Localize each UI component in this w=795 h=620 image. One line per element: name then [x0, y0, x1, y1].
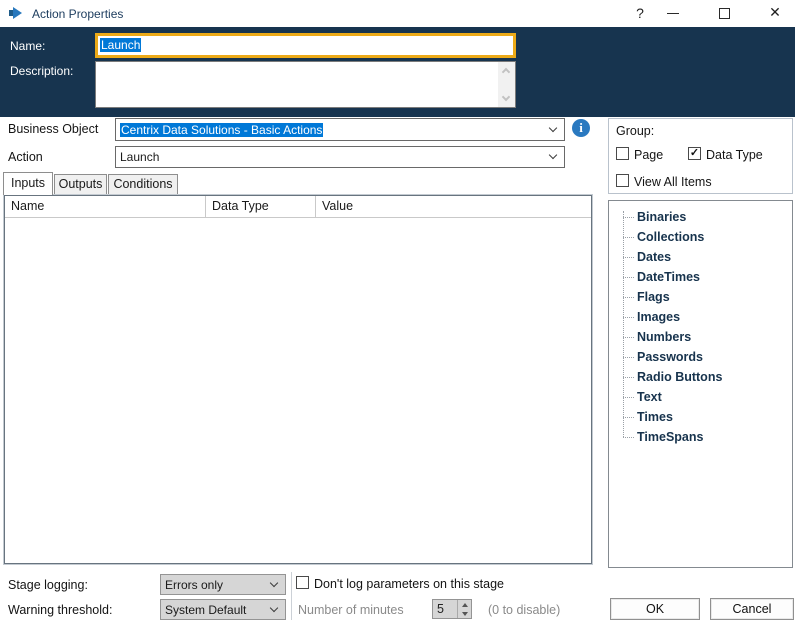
data-type-checkbox-label[interactable]: Data Type — [706, 148, 763, 162]
cancel-button[interactable]: Cancel — [710, 598, 794, 620]
view-all-items-checkbox[interactable] — [616, 174, 629, 187]
close-button[interactable]: ✕ — [760, 0, 790, 26]
spinner-up-icon — [461, 602, 468, 607]
title-bar: Action Properties ? ✕ — [0, 0, 795, 27]
action-value: Launch — [120, 150, 160, 164]
tree-item-collections[interactable]: Collections — [623, 227, 792, 247]
spinner-down-button[interactable] — [458, 609, 471, 618]
tree-item-timespans[interactable]: TimeSpans — [623, 427, 792, 447]
tree-item-images[interactable]: Images — [623, 307, 792, 327]
name-input[interactable]: Launch — [95, 33, 516, 58]
name-label: Name: — [10, 39, 46, 53]
chevron-down-icon — [269, 578, 279, 587]
minimize-button[interactable] — [658, 0, 688, 26]
maximize-button[interactable] — [710, 0, 740, 26]
minimize-icon — [667, 13, 679, 14]
warning-threshold-value: System Default — [165, 602, 247, 617]
warning-threshold-select[interactable]: System Default — [160, 599, 286, 620]
grid-column-value[interactable]: Value — [316, 196, 591, 217]
page-checkbox-label[interactable]: Page — [634, 148, 663, 162]
tree-item-times[interactable]: Times — [623, 407, 792, 427]
scroll-up-icon — [501, 67, 511, 77]
chevron-down-icon — [548, 123, 558, 132]
ok-button[interactable]: OK — [610, 598, 700, 620]
grid-header-row: Name Data Type Value — [5, 196, 591, 218]
tree-item-flags[interactable]: Flags — [623, 287, 792, 307]
data-type-checkbox[interactable]: ✓ — [688, 147, 701, 160]
action-label: Action — [8, 150, 43, 164]
action-select[interactable]: Launch — [115, 146, 565, 168]
tree-item-radio-buttons[interactable]: Radio Buttons — [623, 367, 792, 387]
number-of-minutes-label: Number of minutes — [298, 603, 404, 617]
page-checkbox[interactable] — [616, 147, 629, 160]
scroll-down-icon — [501, 92, 511, 102]
window-title: Action Properties — [32, 7, 124, 21]
checkmark-icon: ✓ — [689, 147, 700, 159]
action-properties-dialog: Action Properties ? ✕ Name: Launch Descr… — [0, 0, 795, 620]
stage-logging-value: Errors only — [165, 577, 224, 592]
tree-item-numbers[interactable]: Numbers — [623, 327, 792, 347]
info-icon[interactable]: i — [572, 119, 590, 137]
warning-threshold-label: Warning threshold: — [8, 603, 113, 617]
tree-item-text[interactable]: Text — [623, 387, 792, 407]
tree-item-binaries[interactable]: Binaries — [623, 207, 792, 227]
group-title: Group: — [616, 124, 655, 138]
business-object-label: Business Object — [8, 122, 99, 136]
business-object-select[interactable]: Centrix Data Solutions - Basic Actions — [115, 118, 565, 141]
tab-outputs[interactable]: Outputs — [54, 174, 107, 195]
dont-log-checkbox[interactable] — [296, 576, 309, 589]
stage-logging-select[interactable]: Errors only — [160, 574, 286, 595]
spinner-down-icon — [461, 611, 468, 616]
tab-conditions[interactable]: Conditions — [108, 174, 178, 195]
name-description-panel: Name: Launch Description: — [0, 27, 795, 117]
minutes-value: 5 — [437, 602, 444, 616]
action-stage-icon — [9, 7, 22, 19]
description-label: Description: — [10, 64, 74, 78]
disable-hint: (0 to disable) — [488, 603, 561, 617]
stage-logging-label: Stage logging: — [8, 578, 88, 592]
grid-column-data-type[interactable]: Data Type — [206, 196, 316, 217]
grid-column-name[interactable]: Name — [5, 196, 206, 217]
data-items-tree[interactable]: Binaries Collections Dates DateTimes Fla… — [608, 200, 793, 568]
chevron-down-icon — [269, 603, 279, 612]
inputs-grid[interactable]: Name Data Type Value — [3, 194, 593, 565]
tree-item-datetimes[interactable]: DateTimes — [623, 267, 792, 287]
description-scrollbar[interactable] — [498, 62, 515, 107]
business-object-value: Centrix Data Solutions - Basic Actions — [120, 122, 324, 137]
maximize-icon — [719, 8, 730, 19]
help-button[interactable]: ? — [625, 0, 655, 26]
tab-inputs[interactable]: Inputs — [3, 172, 53, 195]
tree-item-passwords[interactable]: Passwords — [623, 347, 792, 367]
chevron-down-icon — [548, 150, 558, 160]
name-selected-text: Launch — [100, 38, 142, 52]
view-all-items-checkbox-label[interactable]: View All Items — [634, 175, 712, 189]
dont-log-checkbox-label[interactable]: Don't log parameters on this stage — [314, 577, 504, 591]
tree-item-dates[interactable]: Dates — [623, 247, 792, 267]
footer-divider — [291, 572, 292, 620]
minutes-spinner[interactable]: 5 — [432, 599, 472, 619]
spinner-up-button[interactable] — [458, 600, 471, 609]
description-textarea[interactable] — [95, 61, 516, 108]
